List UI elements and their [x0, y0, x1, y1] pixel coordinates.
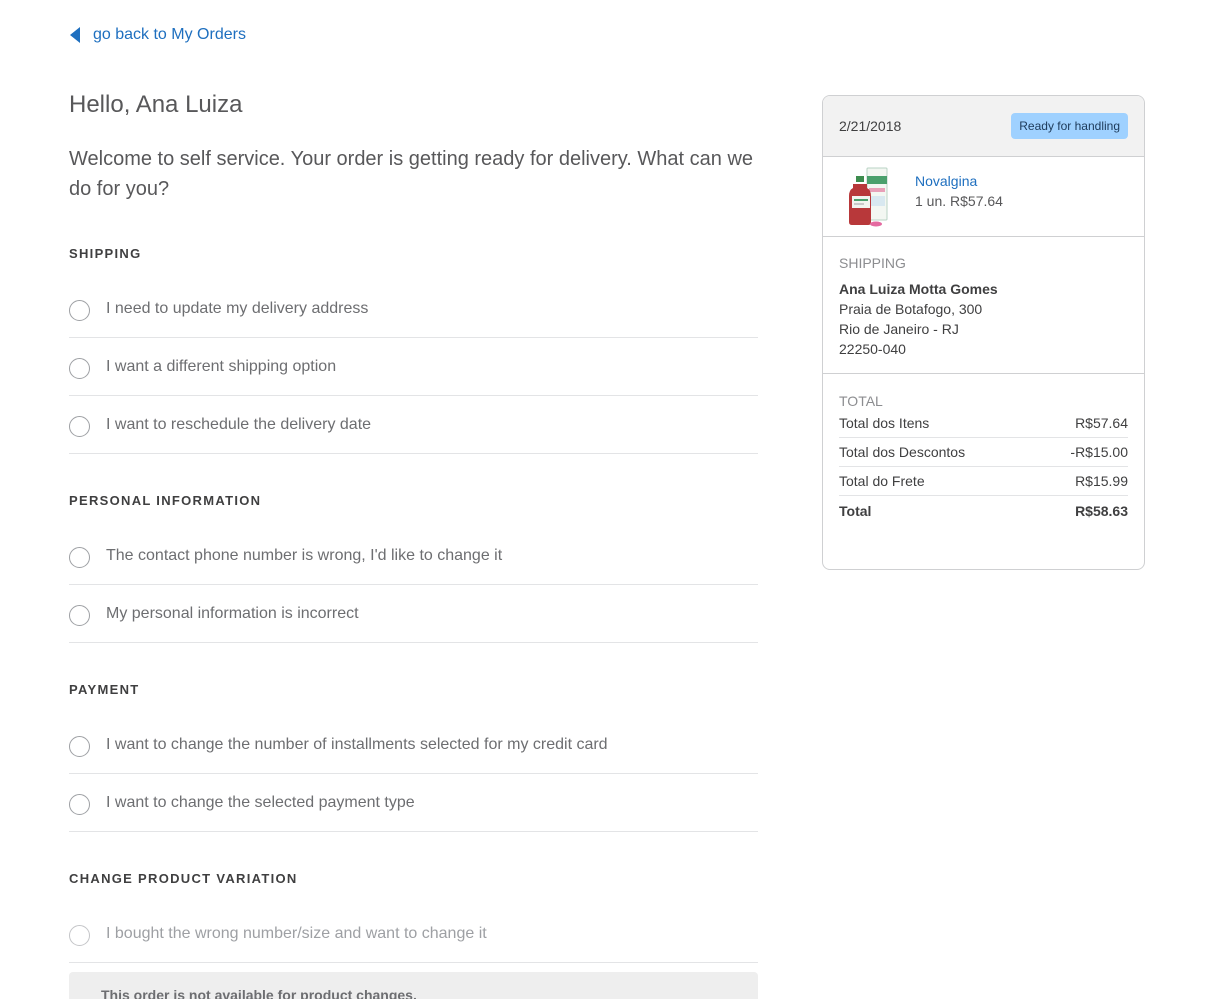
address-city: Rio de Janeiro - RJ — [839, 321, 959, 337]
recipient-name: Ana Luiza Motta Gomes — [839, 281, 998, 297]
total-row-label: Total dos Descontos — [839, 444, 966, 460]
radio-button[interactable] — [69, 794, 90, 815]
option-label: The contact phone number is wrong, I'd l… — [106, 546, 503, 564]
option-label: I want to change the selected payment ty… — [106, 793, 415, 811]
address-zip: 22250-040 — [839, 341, 906, 357]
product-info: Novalgina 1 un. R$57.64 — [915, 171, 1003, 211]
option-wrong-size: I bought the wrong number/size and want … — [69, 905, 758, 963]
product-change-notice: This order is not available for product … — [69, 972, 758, 999]
welcome-message: Welcome to self service. Your order is g… — [69, 148, 754, 200]
option-change-payment-type[interactable]: I want to change the selected payment ty… — [69, 774, 758, 832]
radio-button[interactable] — [69, 547, 90, 568]
option-change-installments[interactable]: I want to change the number of installme… — [69, 716, 758, 774]
total-row-value: R$57.64 — [1075, 415, 1128, 431]
option-label: My personal information is incorrect — [106, 604, 359, 622]
total-row-label: Total do Frete — [839, 473, 925, 489]
greeting: Hello, Ana Luiza — [69, 91, 243, 118]
option-label: I need to update my delivery address — [106, 299, 369, 317]
shipping-options: I need to update my delivery address I w… — [69, 280, 758, 454]
total-row-label: Total dos Itens — [839, 415, 930, 431]
total-row-shipping: Total do Frete R$15.99 — [839, 467, 1128, 496]
total-row-value: -R$15.00 — [1070, 444, 1128, 460]
option-label: I want a different shipping option — [106, 357, 337, 375]
total-label: TOTAL — [839, 393, 883, 409]
section-title-shipping: SHIPPING — [69, 246, 142, 261]
order-date: 2/21/2018 — [839, 118, 902, 134]
option-reschedule-delivery[interactable]: I want to reschedule the delivery date — [69, 396, 758, 454]
option-personal-info-incorrect[interactable]: My personal information is incorrect — [69, 585, 758, 643]
section-title-personal-info: PERSONAL INFORMATION — [69, 493, 262, 508]
order-summary-card: 2/21/2018 Ready for handling Novalgina 1… — [822, 95, 1145, 570]
section-title-product-variation: CHANGE PRODUCT VARIATION — [69, 871, 298, 886]
product-item: Novalgina 1 un. R$57.64 — [823, 157, 1144, 237]
payment-options: I want to change the number of installme… — [69, 716, 758, 832]
status-badge: Ready for handling — [1011, 113, 1128, 139]
option-label: I want to change the number of installme… — [106, 735, 608, 753]
total-row-label: Total — [839, 502, 872, 519]
radio-button[interactable] — [69, 736, 90, 757]
personal-info-options: The contact phone number is wrong, I'd l… — [69, 527, 758, 643]
medicine-bottle-icon — [849, 167, 888, 226]
radio-button[interactable] — [69, 358, 90, 379]
total-row-discounts: Total dos Descontos -R$15.00 — [839, 438, 1128, 467]
radio-button[interactable] — [69, 300, 90, 321]
option-update-address[interactable]: I need to update my delivery address — [69, 280, 758, 338]
total-row-grand-total: Total R$58.63 — [839, 496, 1128, 525]
section-title-payment: PAYMENT — [69, 682, 140, 697]
product-quantity-price: 1 un. R$57.64 — [915, 192, 1003, 209]
shipping-label: SHIPPING — [839, 255, 906, 271]
product-image — [847, 166, 889, 228]
product-name-link[interactable]: Novalgina — [915, 171, 1003, 191]
radio-button[interactable] — [69, 416, 90, 437]
total-row-value: R$58.63 — [1075, 502, 1128, 519]
option-different-shipping[interactable]: I want a different shipping option — [69, 338, 758, 396]
back-to-orders-link[interactable]: go back to My Orders — [70, 26, 246, 44]
caret-left-icon — [70, 27, 80, 43]
total-row-value: R$15.99 — [1075, 473, 1128, 489]
address-street: Praia de Botafogo, 300 — [839, 301, 983, 317]
radio-button[interactable] — [69, 605, 90, 626]
total-row-items: Total dos Itens R$57.64 — [839, 409, 1128, 438]
option-change-phone[interactable]: The contact phone number is wrong, I'd l… — [69, 527, 758, 585]
radio-button — [69, 925, 90, 946]
product-variation-options: I bought the wrong number/size and want … — [69, 905, 758, 963]
option-label: I bought the wrong number/size and want … — [106, 924, 487, 942]
back-link-label: go back to My Orders — [93, 26, 246, 43]
option-label: I want to reschedule the delivery date — [106, 415, 372, 433]
order-header: 2/21/2018 Ready for handling — [823, 96, 1144, 157]
order-totals: TOTAL Total dos Itens R$57.64 Total dos … — [823, 374, 1144, 525]
self-service-panel: Hello, Ana Luiza Welcome to self service… — [69, 88, 758, 999]
shipping-details: SHIPPING Ana Luiza Motta Gomes Praia de … — [823, 237, 1144, 374]
